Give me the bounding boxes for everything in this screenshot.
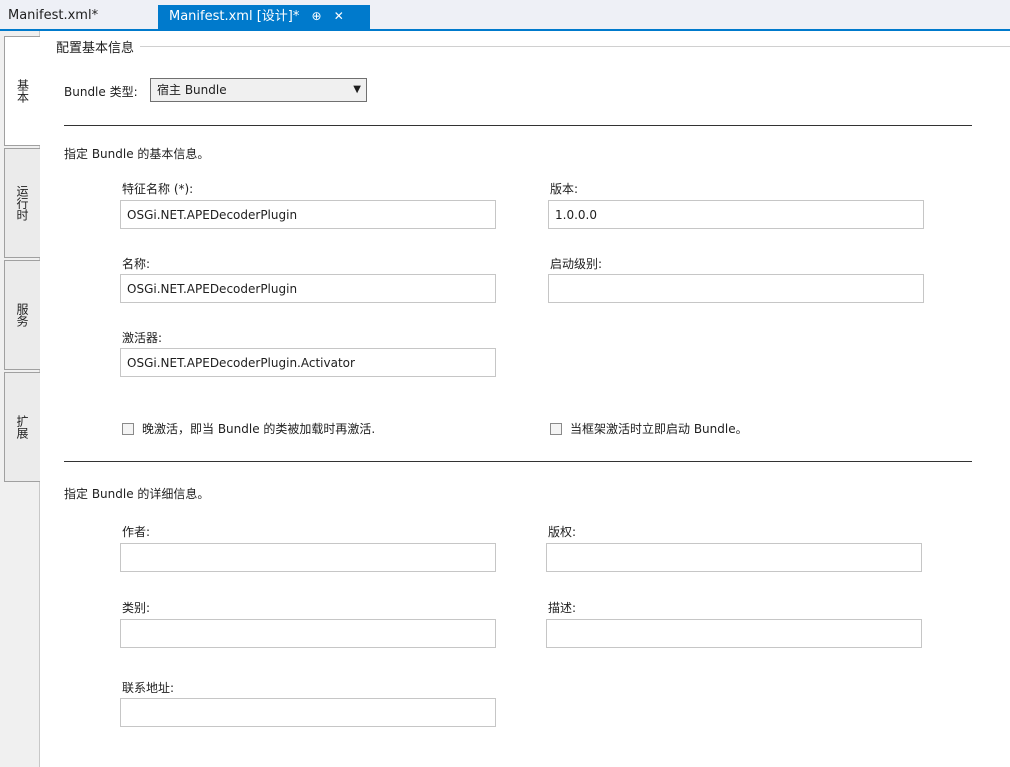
name-label: 名称: bbox=[122, 257, 151, 271]
version-label: 版本: bbox=[550, 182, 579, 196]
detail-info-header: 指定 Bundle 的详细信息。 bbox=[64, 487, 210, 501]
symbolic-name-label: 特征名称 (*): bbox=[122, 182, 194, 196]
contact-field[interactable] bbox=[120, 698, 496, 727]
section-divider-detail bbox=[64, 461, 972, 462]
category-field[interactable] bbox=[120, 619, 496, 648]
contact-label: 联系地址: bbox=[122, 681, 175, 695]
side-tab-extensions[interactable]: 扩展 bbox=[4, 372, 40, 482]
bundle-type-label: Bundle 类型: bbox=[64, 85, 138, 99]
side-tab-basic-label: 基本 bbox=[15, 79, 30, 103]
pin-icon[interactable]: ⊕ bbox=[312, 5, 322, 27]
description-label: 描述: bbox=[548, 601, 577, 615]
copyright-label: 版权: bbox=[548, 525, 577, 539]
category-label: 类别: bbox=[122, 601, 151, 615]
lazy-activation-checkbox[interactable]: 晚激活，即当 Bundle 的类被加载时再激活. bbox=[122, 420, 375, 437]
lazy-activation-checkbox-box[interactable] bbox=[122, 422, 134, 435]
symbolic-name-field[interactable] bbox=[120, 200, 496, 229]
start-level-label: 启动级别: bbox=[550, 257, 603, 271]
author-field[interactable] bbox=[120, 543, 496, 572]
section-divider-basic bbox=[64, 125, 972, 126]
side-tab-runtime[interactable]: 运行时 bbox=[4, 148, 40, 258]
tab-manifest-design[interactable]: Manifest.xml [设计]* ⊕ ✕ bbox=[158, 5, 370, 31]
start-immediately-label: 当框架激活时立即启动 Bundle。 bbox=[570, 422, 748, 436]
side-tab-basic[interactable]: 基本 bbox=[4, 36, 41, 146]
start-immediately-checkbox-box[interactable] bbox=[550, 422, 562, 435]
copyright-field[interactable] bbox=[546, 543, 922, 572]
side-tab-runtime-label: 运行时 bbox=[15, 185, 29, 221]
side-tab-services-label: 服务 bbox=[15, 303, 29, 327]
activator-label: 激活器: bbox=[122, 331, 163, 345]
description-field[interactable] bbox=[546, 619, 922, 648]
group-divider bbox=[140, 46, 1010, 47]
side-tab-extensions-label: 扩展 bbox=[15, 415, 29, 439]
tab-manifest-design-label: Manifest.xml [设计]* bbox=[169, 9, 300, 24]
tab-manifest-xml-label: Manifest.xml* bbox=[8, 8, 99, 23]
version-field[interactable] bbox=[548, 200, 924, 229]
start-immediately-checkbox[interactable]: 当框架激活时立即启动 Bundle。 bbox=[550, 420, 748, 437]
dropdown-arrow-icon: ▼ bbox=[353, 84, 361, 95]
tab-manifest-xml[interactable]: Manifest.xml* bbox=[0, 5, 158, 31]
author-label: 作者: bbox=[122, 525, 151, 539]
close-icon[interactable]: ✕ bbox=[334, 5, 344, 27]
group-title: 配置基本信息 bbox=[56, 41, 135, 56]
lazy-activation-label: 晚激活，即当 Bundle 的类被加载时再激活. bbox=[142, 422, 376, 436]
basic-info-header: 指定 Bundle 的基本信息。 bbox=[64, 147, 210, 161]
bundle-type-value: 宿主 Bundle bbox=[157, 83, 227, 97]
document-tab-bar: Manifest.xml* Manifest.xml [设计]* ⊕ ✕ bbox=[0, 0, 1010, 31]
activator-field[interactable] bbox=[120, 348, 496, 377]
name-field[interactable] bbox=[120, 274, 496, 303]
start-level-field[interactable] bbox=[548, 274, 924, 303]
bundle-type-select[interactable]: 宿主 Bundle ▼ bbox=[150, 78, 367, 102]
editor-content: 配置基本信息 Bundle 类型: 宿主 Bundle ▼ 指定 Bundle … bbox=[40, 31, 1010, 767]
side-tab-strip: 基本 运行时 服务 扩展 bbox=[0, 31, 41, 767]
side-tab-services[interactable]: 服务 bbox=[4, 260, 40, 370]
